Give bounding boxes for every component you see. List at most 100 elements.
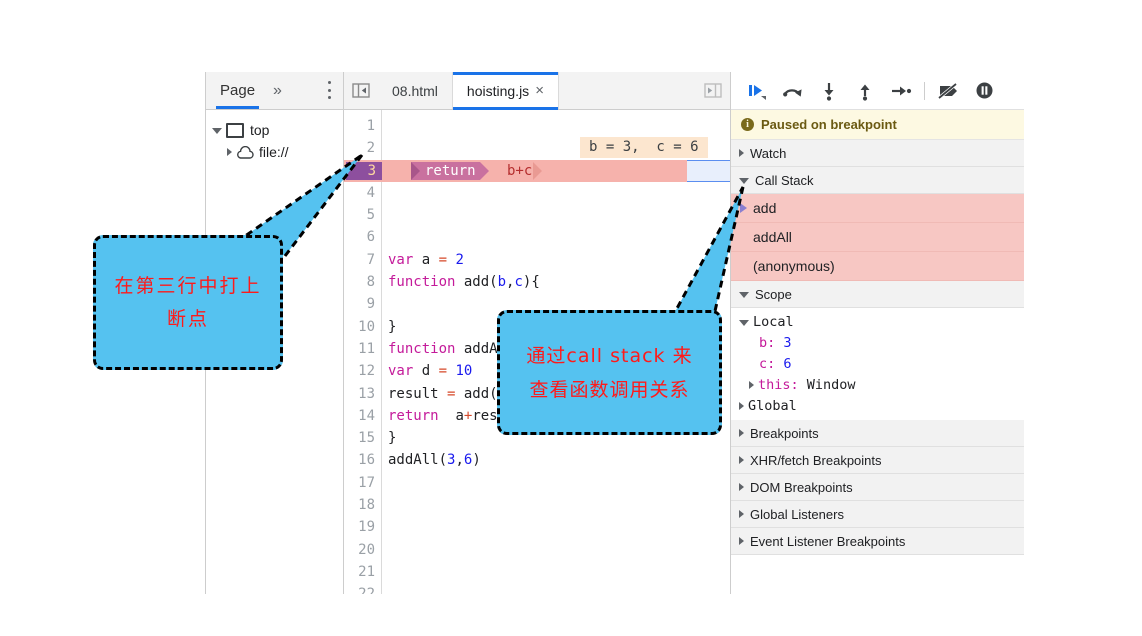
code-line[interactable]: addAll(3,6) — [388, 449, 730, 471]
paused-status-text: Paused on breakpoint — [761, 117, 897, 132]
code-token: var — [388, 363, 422, 379]
chevron-right-icon[interactable] — [739, 537, 744, 545]
section-call-stack[interactable]: Call Stack — [731, 167, 1024, 194]
line-number[interactable]: 9 — [344, 293, 375, 315]
line-number[interactable]: 8 — [344, 271, 375, 293]
line-number[interactable]: 21 — [344, 561, 375, 583]
line-number[interactable]: 18 — [344, 494, 375, 516]
deactivate-breakpoints-icon[interactable] — [930, 76, 966, 106]
section-event-listener-breakpoints[interactable]: Event Listener Breakpoints — [731, 528, 1024, 555]
code-token: result — [388, 386, 447, 402]
line-number[interactable]: 10 — [344, 316, 375, 338]
section-xhr-fetch-breakpoints[interactable]: XHR/fetch Breakpoints — [731, 447, 1024, 474]
code-token: = — [439, 252, 456, 268]
line-number[interactable]: 11 — [344, 338, 375, 360]
callout-line: 断点 — [167, 303, 209, 336]
section-scope[interactable]: Scope — [731, 281, 1024, 308]
pause-on-exceptions-icon[interactable] — [966, 76, 1002, 106]
call-stack-row-add[interactable]: add — [731, 194, 1024, 223]
line-number-gutter[interactable]: 3 12456789101112131415161718192021222324… — [344, 110, 382, 594]
panel-collapse-icon[interactable] — [344, 72, 378, 109]
chevron-right-icon[interactable] — [739, 456, 744, 464]
tab-08-html[interactable]: 08.html — [378, 72, 453, 109]
section-watch[interactable]: Watch — [731, 140, 1024, 167]
line-number[interactable]: 13 — [344, 383, 375, 405]
chevron-down-icon[interactable] — [212, 128, 222, 134]
scope-local-group[interactable]: Local — [731, 311, 1024, 332]
chevron-right-icon[interactable] — [739, 402, 744, 410]
line-number[interactable]: 17 — [344, 472, 375, 494]
scope-var-b[interactable]: b: 3 — [731, 332, 1024, 353]
line-number[interactable]: 5 — [344, 204, 375, 226]
line-number[interactable]: 15 — [344, 427, 375, 449]
tree-item-top[interactable]: top — [206, 119, 343, 141]
tree-item-file[interactable]: file:// — [206, 141, 343, 163]
chevron-right-icon[interactable] — [739, 429, 744, 437]
step-into-icon[interactable] — [811, 76, 847, 106]
chevron-right-icon[interactable] — [749, 381, 754, 389]
current-frame-icon — [740, 203, 747, 213]
line-number[interactable]: 19 — [344, 516, 375, 538]
chevron-right-icon[interactable] — [739, 510, 744, 518]
line-number[interactable]: 14 — [344, 405, 375, 427]
chevron-down-icon[interactable] — [739, 320, 749, 326]
step-out-icon[interactable] — [847, 76, 883, 106]
chevron-down-icon[interactable] — [739, 292, 749, 298]
code-token: } — [388, 319, 396, 335]
tab-page[interactable]: Page — [214, 73, 261, 109]
close-icon[interactable]: × — [535, 83, 544, 98]
scope-var-value: 3 — [783, 335, 791, 351]
section-breakpoints-label: Breakpoints — [750, 426, 819, 441]
tab-08-html-label: 08.html — [392, 83, 438, 99]
section-global-listeners[interactable]: Global Listeners — [731, 501, 1024, 528]
code-token: = — [439, 363, 456, 379]
call-stack-row-anonymous[interactable]: (anonymous) — [731, 252, 1024, 281]
line-number[interactable]: 7 — [344, 249, 375, 271]
section-breakpoints[interactable]: Breakpoints — [731, 420, 1024, 447]
code-token: function — [388, 341, 464, 357]
step-icon[interactable] — [883, 76, 919, 106]
line-number[interactable]: 12 — [344, 360, 375, 382]
line-number[interactable]: 1 — [344, 115, 375, 137]
scope-var-c[interactable]: c: 6 — [731, 353, 1024, 374]
scope-var-key: b: — [759, 335, 775, 351]
line-number[interactable]: 20 — [344, 539, 375, 561]
line-number[interactable]: 6 — [344, 226, 375, 248]
scope-var-this[interactable]: this: Window — [731, 374, 1024, 395]
editor-tabbar: 08.html hoisting.js × — [344, 72, 730, 110]
line-number[interactable]: 22 — [344, 583, 375, 594]
more-tabs-icon[interactable]: » — [261, 73, 293, 109]
scope-global-group[interactable]: Global — [731, 395, 1024, 416]
chevron-right-icon[interactable] — [227, 148, 232, 156]
call-stack-row-addall[interactable]: addAll — [731, 223, 1024, 252]
code-token: return — [388, 408, 447, 424]
step-over-icon[interactable] — [775, 76, 811, 106]
panel-expand-icon[interactable] — [696, 72, 730, 109]
code-token: addAll — [388, 452, 439, 468]
breakpoint-line-number: 3 — [344, 160, 376, 182]
more-options-icon[interactable] — [327, 81, 331, 99]
line-number[interactable]: 4 — [344, 182, 375, 204]
tab-hoisting-js[interactable]: hoisting.js × — [453, 72, 559, 109]
line-number[interactable]: 16 — [344, 449, 375, 471]
code-token: ( — [489, 274, 497, 290]
toolbar-divider — [924, 82, 925, 100]
code-line[interactable]: var a = 2 — [388, 249, 730, 271]
section-dom-breakpoints[interactable]: DOM Breakpoints — [731, 474, 1024, 501]
chevron-right-icon[interactable] — [739, 483, 744, 491]
section-call-stack-label: Call Stack — [755, 173, 814, 188]
code-token: 10 — [455, 363, 472, 379]
callout-line: 在第三行中打上 — [114, 270, 261, 303]
call-stack-label: (anonymous) — [753, 258, 835, 274]
code-line[interactable]: function add(b,c){ — [388, 271, 730, 293]
chevron-right-icon[interactable] — [739, 149, 744, 157]
resume-script-execution-icon[interactable] — [739, 76, 775, 106]
code-token: d — [422, 363, 439, 379]
line-number[interactable]: 2 — [344, 137, 375, 159]
callout-line: 通过call stack 来 — [526, 339, 692, 373]
exec-expression: b+c — [507, 162, 532, 181]
tab-hoisting-js-label: hoisting.js — [467, 83, 529, 99]
section-scope-label: Scope — [755, 287, 792, 302]
chevron-down-icon[interactable] — [739, 178, 749, 184]
scope-var-value: Window — [807, 377, 856, 393]
